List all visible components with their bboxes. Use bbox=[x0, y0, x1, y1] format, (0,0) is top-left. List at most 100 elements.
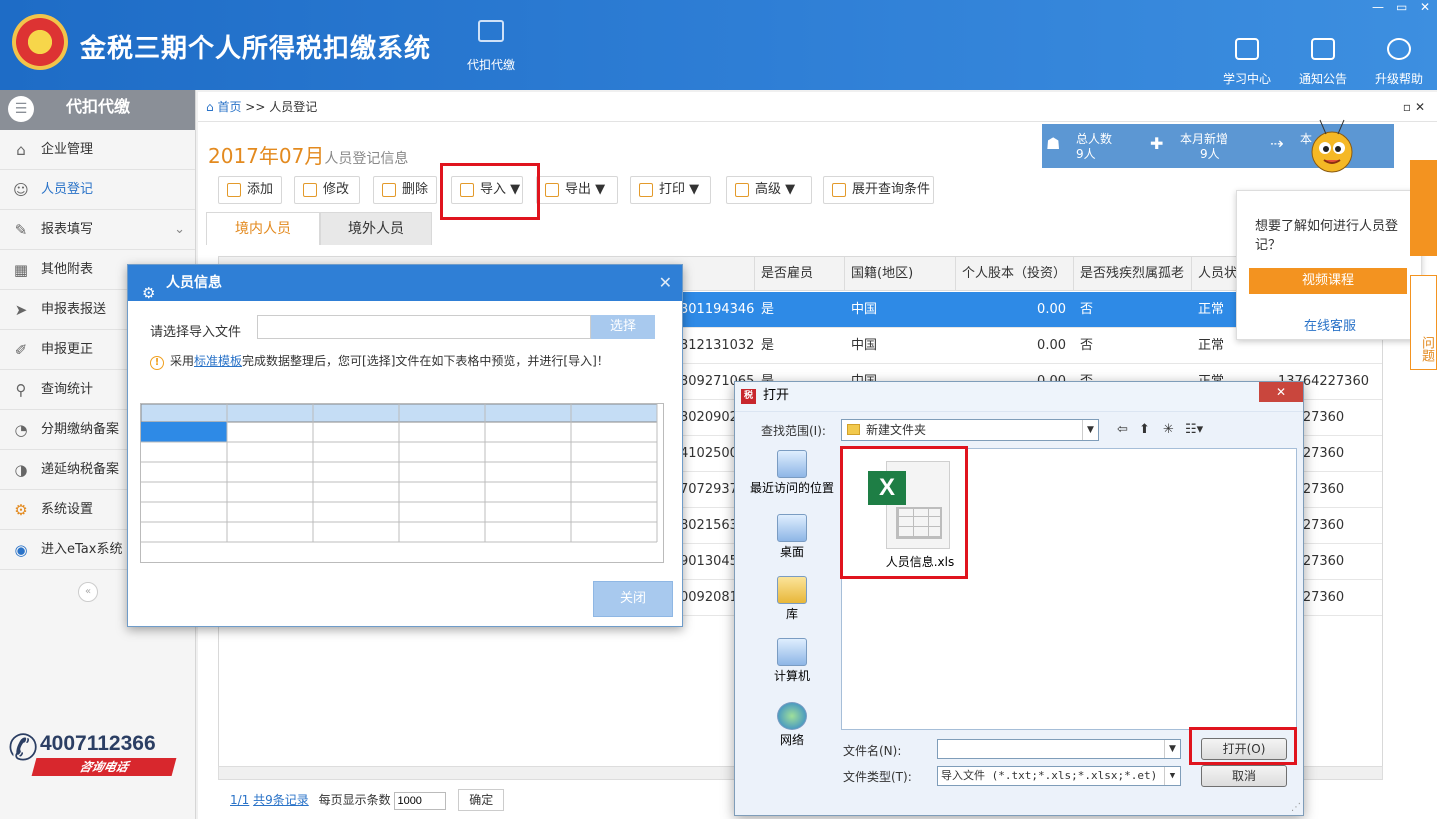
table-cell-disabled[interactable]: 否 bbox=[1074, 328, 1192, 364]
edit-button[interactable]: 修改 bbox=[294, 176, 360, 204]
add-icon bbox=[227, 183, 241, 197]
place-label: 库 bbox=[785, 607, 798, 621]
minimize-icon[interactable]: — bbox=[1372, 0, 1384, 14]
per-page-label: 每页显示条数 bbox=[318, 793, 391, 807]
standard-template-link[interactable]: 标准模板 bbox=[194, 354, 242, 368]
look-in-select[interactable]: 新建文件夹 ▼ bbox=[841, 419, 1099, 441]
advanced-button[interactable]: 高级 ▼ bbox=[726, 176, 812, 204]
delete-button[interactable]: 删除 bbox=[373, 176, 437, 204]
close-icon[interactable]: ✕ bbox=[1420, 0, 1430, 14]
filename-input[interactable]: ▼ bbox=[937, 739, 1181, 759]
col-disabled[interactable]: 是否残疾烈属孤老 bbox=[1074, 257, 1192, 291]
sidebar-item-label: 企业管理 bbox=[41, 142, 94, 157]
pen-icon: ✐ bbox=[14, 341, 28, 359]
sidebar-item-label: 递延纳税备案 bbox=[41, 462, 120, 477]
sidebar-item-enterprise[interactable]: ⌂ 企业管理 bbox=[0, 130, 195, 170]
chevron-down-icon: ▼ bbox=[1082, 420, 1098, 440]
restore-icon[interactable]: ▫ bbox=[1403, 92, 1411, 122]
up-folder-icon[interactable]: ⬆ bbox=[1139, 422, 1150, 437]
library-icon bbox=[777, 576, 807, 604]
add-button[interactable]: 添加 bbox=[218, 176, 282, 204]
notice-label: 通知公告 bbox=[1298, 72, 1347, 86]
close-button[interactable]: 关闭 bbox=[593, 581, 673, 617]
right-tab-top[interactable] bbox=[1410, 160, 1437, 256]
print-button[interactable]: 打印 ▼ bbox=[630, 176, 711, 204]
table-cell-stock[interactable]: 0.00 bbox=[956, 328, 1074, 364]
notice-button[interactable]: 通知公告 bbox=[1288, 38, 1358, 87]
sidebar-title: 代扣代缴 bbox=[66, 97, 131, 116]
sidebar-item-label: 其他附表 bbox=[41, 262, 94, 277]
col-stock[interactable]: 个人股本（投资） bbox=[956, 257, 1074, 291]
period-suffix: 人员登记信息 bbox=[324, 151, 409, 167]
close-icon[interactable]: ✕ bbox=[1259, 382, 1303, 402]
period-title: 2017年07月人员登记信息 bbox=[208, 140, 408, 169]
right-side-tab[interactable]: 问题 bbox=[1410, 160, 1437, 370]
place-network[interactable]: 网络 bbox=[747, 702, 837, 747]
filetype-label: 文件类型(T): bbox=[843, 770, 912, 784]
tab-domestic[interactable]: 境内人员 bbox=[206, 212, 320, 245]
sidebar-collapse-button[interactable]: « bbox=[78, 582, 98, 602]
home-icon[interactable]: ⌂ bbox=[206, 100, 217, 114]
pager: 1/1 共9条记录 每页显示条数 确定 bbox=[230, 788, 505, 812]
trash-icon bbox=[382, 183, 396, 197]
menu-icon[interactable]: ☰ bbox=[8, 96, 34, 122]
resize-grip-icon[interactable]: ⋰ bbox=[1291, 802, 1301, 813]
place-computer[interactable]: 计算机 bbox=[747, 638, 837, 683]
place-label: 计算机 bbox=[773, 669, 810, 683]
confirm-button[interactable]: 确定 bbox=[458, 789, 505, 811]
breadcrumb: ⌂ 首页 >> 人员登记 ▫ ✕ bbox=[198, 92, 1437, 122]
tab-foreign[interactable]: 境外人员 bbox=[320, 212, 432, 245]
mascot-bee-icon[interactable] bbox=[1304, 116, 1360, 176]
app-title: 金税三期个人所得税扣缴系统 bbox=[80, 34, 432, 64]
sidebar-item-report[interactable]: ✎ 报表填写 ⌄ bbox=[0, 210, 195, 250]
video-course-button[interactable]: 视频课程 bbox=[1249, 268, 1407, 294]
chevron-down-icon[interactable]: ▼ bbox=[1164, 740, 1180, 758]
cancel-button[interactable]: 取消 bbox=[1201, 765, 1287, 787]
filetype-select[interactable]: 导入文件 (*.txt;*.xls;*.xlsx;*.et) ▼ bbox=[937, 766, 1181, 786]
sidebar-item-personnel[interactable]: ☺ 人员登记 bbox=[0, 170, 195, 210]
right-tab-problems[interactable]: 问题 bbox=[1410, 275, 1437, 370]
table-cell-nation[interactable]: 中国 bbox=[845, 292, 956, 328]
edit-label: 修改 bbox=[323, 182, 350, 197]
grid-icon: ▦ bbox=[13, 261, 29, 279]
close-panel-icon[interactable]: ✕ bbox=[1415, 92, 1425, 122]
chevron-down-icon: ▼ bbox=[1164, 767, 1180, 785]
page-indicator[interactable]: 1/1 bbox=[230, 793, 249, 807]
col-nationality[interactable]: 国籍(地区) bbox=[845, 257, 956, 291]
tab-withholding[interactable]: 代扣代缴 bbox=[456, 20, 526, 73]
place-desktop[interactable]: 桌面 bbox=[747, 514, 837, 559]
maximize-icon[interactable]: ▭ bbox=[1396, 0, 1407, 14]
back-icon[interactable]: ⇦ bbox=[1117, 422, 1128, 437]
table-cell-disabled[interactable]: 否 bbox=[1074, 292, 1192, 328]
col-employee[interactable]: 是否雇员 bbox=[755, 257, 845, 291]
per-page-input[interactable] bbox=[394, 792, 447, 810]
upgrade-help-button[interactable]: 升级帮助 bbox=[1364, 38, 1434, 87]
view-menu-icon[interactable]: ☷▾ bbox=[1185, 422, 1203, 437]
table-cell-stock[interactable]: 0.00 bbox=[956, 292, 1074, 328]
print-label: 打印 ▼ bbox=[659, 182, 700, 197]
expand-query-button[interactable]: 展开查询条件 bbox=[823, 176, 934, 204]
learning-center-button[interactable]: 学习中心 bbox=[1212, 38, 1282, 87]
add-label: 添加 bbox=[247, 182, 274, 197]
place-recent[interactable]: 最近访问的位置 bbox=[747, 450, 837, 495]
new-label: 本月新增 bbox=[1180, 132, 1229, 146]
online-service-link[interactable]: 在线客服 bbox=[1237, 315, 1423, 334]
select-file-button[interactable]: 选择 bbox=[591, 315, 655, 339]
table-cell-id[interactable]: 312131032 bbox=[674, 328, 755, 364]
new-folder-icon[interactable]: ✳ bbox=[1163, 422, 1174, 437]
breadcrumb-home[interactable]: 首页 bbox=[217, 100, 241, 114]
sidebar-item-label: 人员登记 bbox=[41, 182, 94, 197]
table-cell-employee[interactable]: 是 bbox=[755, 292, 845, 328]
expand-icon bbox=[832, 183, 846, 197]
place-label: 桌面 bbox=[779, 545, 804, 559]
gear-icon bbox=[735, 183, 749, 197]
export-button[interactable]: 导出 ▼ bbox=[536, 176, 618, 204]
national-emblem-logo bbox=[12, 14, 68, 70]
place-library[interactable]: 库 bbox=[747, 576, 837, 621]
table-cell-id[interactable]: 301194346 bbox=[674, 292, 755, 328]
warning-icon: ! bbox=[150, 356, 164, 370]
close-icon[interactable]: ✕ bbox=[659, 265, 672, 301]
table-cell-nation[interactable]: 中国 bbox=[845, 328, 956, 364]
file-path-input[interactable] bbox=[257, 315, 591, 339]
table-cell-employee[interactable]: 是 bbox=[755, 328, 845, 364]
